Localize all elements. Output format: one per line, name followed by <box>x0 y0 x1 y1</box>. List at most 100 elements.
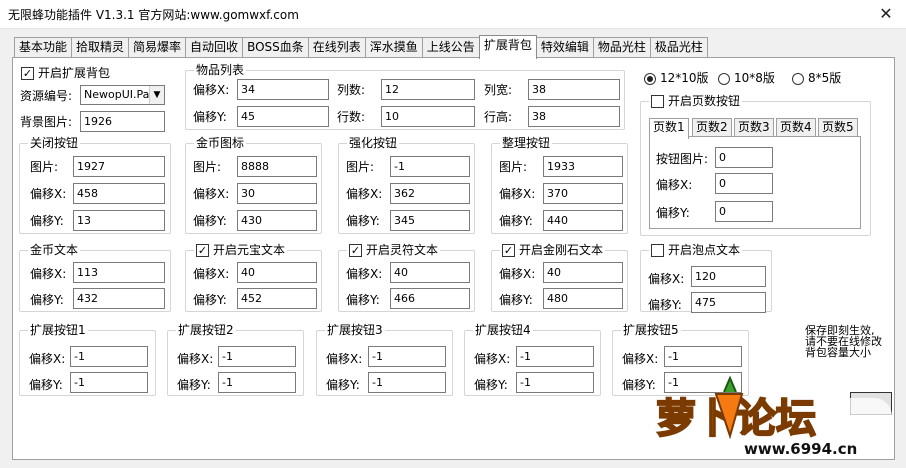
jingang-title: 开启金刚石文本 <box>519 243 604 257</box>
ext1-y-input[interactable]: -1 <box>70 372 148 393</box>
tab-afk[interactable]: 浑水摸鱼 <box>364 37 423 58</box>
sort-img-input[interactable]: 1933 <box>543 156 623 177</box>
ext1-x-input[interactable]: -1 <box>70 346 148 367</box>
lingfu-x-input[interactable]: 40 <box>390 262 470 283</box>
checkbox-box[interactable]: ✓ <box>349 243 362 257</box>
enhance-x-input[interactable]: 362 <box>390 183 470 204</box>
tab-pickup[interactable]: 拾取精灵 <box>71 37 130 58</box>
jingang-y-label: 偏移Y: <box>499 293 533 307</box>
enhance-y-input[interactable]: 345 <box>390 210 470 231</box>
radio-dot[interactable] <box>718 72 730 85</box>
pages-offx-label: 偏移X: <box>656 178 693 192</box>
paopao-x-input[interactable]: 120 <box>691 266 766 287</box>
sort-x-input[interactable]: 370 <box>543 183 623 204</box>
bgimg-input[interactable]: 1926 <box>80 111 165 132</box>
yuanbao-x-input[interactable]: 40 <box>237 262 317 283</box>
itemlist-offx-input[interactable]: 34 <box>237 79 329 100</box>
ext3-x-input[interactable]: -1 <box>368 346 446 367</box>
ext2-x-input[interactable]: -1 <box>218 346 296 367</box>
checkbox-box[interactable]: ✓ <box>502 243 515 257</box>
save-note: 保存即刻生效, 请不要在线修改 背包容量大小 <box>805 325 885 358</box>
tab-announce[interactable]: 上线公告 <box>421 37 480 58</box>
ext4-y-input[interactable]: -1 <box>516 372 594 393</box>
yuanbao-y-input[interactable]: 452 <box>237 288 317 309</box>
enhance-x-label: 偏移X: <box>346 187 383 201</box>
jingang-x-input[interactable]: 40 <box>543 262 623 283</box>
bgimg-label: 背景图片: <box>20 115 73 129</box>
colw-input[interactable]: 38 <box>528 79 620 100</box>
paopao-y-input[interactable]: 475 <box>691 292 766 313</box>
closebtn-img-label: 图片: <box>30 160 59 174</box>
checkbox-box[interactable] <box>651 243 664 257</box>
tab-page5[interactable]: 页数5 <box>818 118 858 137</box>
paopao-x-label: 偏移X: <box>648 272 685 286</box>
goldtext-y-input[interactable]: 432 <box>73 288 165 309</box>
tab-itembeam[interactable]: 物品光柱 <box>592 37 651 58</box>
closebtn-y-input[interactable]: 13 <box>73 210 165 231</box>
goldicon-img-label: 图片: <box>193 160 222 174</box>
closebtn-x-label: 偏移X: <box>30 187 67 201</box>
lingfu-y-label: 偏移Y: <box>346 293 380 307</box>
tab-online[interactable]: 在线列表 <box>307 37 366 58</box>
enable-extbag-checkbox[interactable]: ✓ 开启扩展背包 <box>21 66 110 80</box>
checkbox-box[interactable]: ✓ <box>21 67 34 80</box>
ext5-x-input[interactable]: -1 <box>664 346 742 367</box>
enable-extbag-label: 开启扩展背包 <box>38 66 111 80</box>
pages-btnimg-input[interactable]: 0 <box>715 147 773 168</box>
version-label-3: 8*5版 <box>808 71 842 85</box>
enhance-img-input[interactable]: -1 <box>390 156 470 177</box>
lingfu-checkbox[interactable]: ✓ 开启灵符文本 <box>347 243 441 257</box>
tab-autorecycle[interactable]: 自动回收 <box>185 37 244 58</box>
ext3-y-input[interactable]: -1 <box>368 372 446 393</box>
ext2-y-input[interactable]: -1 <box>218 372 296 393</box>
ext5-title: 扩展按钮5 <box>621 323 681 337</box>
tab-page1[interactable]: 页数1 <box>649 118 689 139</box>
resource-label: 资源编号: <box>20 89 73 103</box>
goldtext-x-input[interactable]: 113 <box>73 262 165 283</box>
jingang-y-input[interactable]: 480 <box>543 288 623 309</box>
checkbox-box[interactable] <box>651 94 664 108</box>
tab-rarebeam[interactable]: 极品光柱 <box>649 37 708 58</box>
enhance-img-label: 图片: <box>346 160 375 174</box>
paopao-checkbox[interactable]: 开启泡点文本 <box>649 243 743 257</box>
closebtn-x-input[interactable]: 458 <box>73 183 165 204</box>
enhance-y-label: 偏移Y: <box>346 214 380 228</box>
ext4-x-input[interactable]: -1 <box>516 346 594 367</box>
close-icon[interactable]: ✕ <box>876 4 896 24</box>
chevron-down-icon[interactable]: ▼ <box>149 86 164 104</box>
ext3-title: 扩展按钮3 <box>325 323 385 337</box>
tab-effects[interactable]: 特效编辑 <box>535 37 594 58</box>
radio-dot[interactable] <box>644 72 656 85</box>
pages-offy-input[interactable]: 0 <box>715 201 773 222</box>
goldicon-x-input[interactable]: 30 <box>237 183 317 204</box>
goldicon-y-input[interactable]: 430 <box>237 210 317 231</box>
version-radio-2[interactable]: 10*8版 <box>718 71 775 85</box>
tab-page2[interactable]: 页数2 <box>692 118 732 137</box>
sort-y-input[interactable]: 440 <box>543 210 623 231</box>
version-radio-1[interactable]: 12*10版 <box>644 71 709 85</box>
checkbox-box[interactable]: ✓ <box>196 243 209 257</box>
cols-input[interactable]: 12 <box>381 79 475 100</box>
closebtn-img-input[interactable]: 1927 <box>73 156 165 177</box>
tab-droprate[interactable]: 简易爆率 <box>128 37 187 58</box>
version-radio-3[interactable]: 8*5版 <box>792 71 841 85</box>
ext1-x-label: 偏移X: <box>29 352 66 366</box>
tab-bossbar[interactable]: BOSS血条 <box>242 37 309 58</box>
tab-page3[interactable]: 页数3 <box>734 118 774 137</box>
lingfu-y-input[interactable]: 466 <box>390 288 470 309</box>
pages-offx-input[interactable]: 0 <box>715 173 773 194</box>
yuanbao-checkbox[interactable]: ✓ 开启元宝文本 <box>194 243 288 257</box>
itemlist-offy-input[interactable]: 45 <box>237 106 329 127</box>
pages-enable-checkbox[interactable]: 开启页数按钮 <box>649 94 743 108</box>
jingang-checkbox[interactable]: ✓ 开启金刚石文本 <box>500 243 606 257</box>
rowh-input[interactable]: 38 <box>528 106 620 127</box>
yuanbao-y-label: 偏移Y: <box>193 293 227 307</box>
tab-basic[interactable]: 基本功能 <box>14 37 73 58</box>
goldicon-img-input[interactable]: 8888 <box>237 156 317 177</box>
rows-input[interactable]: 10 <box>381 106 475 127</box>
radio-dot[interactable] <box>792 72 804 85</box>
tab-extbag[interactable]: 扩展背包 <box>478 35 537 59</box>
yuanbao-title: 开启元宝文本 <box>213 243 286 257</box>
resource-select[interactable]: NewopUI.Pak ▼ <box>80 85 165 105</box>
tab-page4[interactable]: 页数4 <box>776 118 816 137</box>
